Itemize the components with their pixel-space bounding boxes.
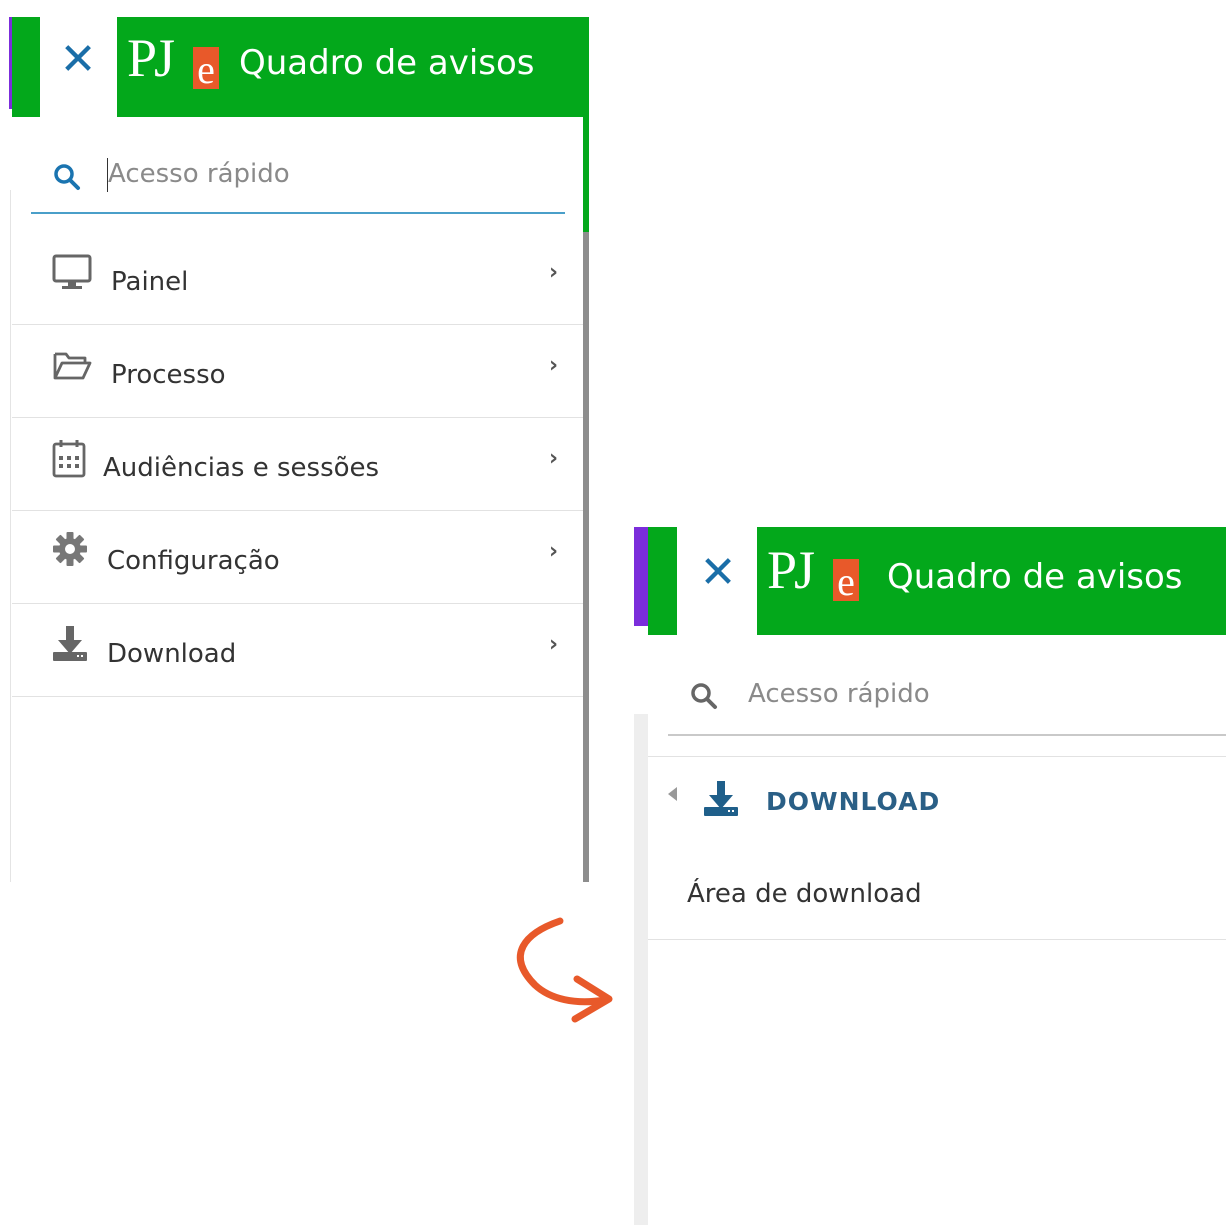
download-icon <box>53 626 87 661</box>
logo-text: PJ <box>127 28 175 88</box>
header-title: Quadro de avisos <box>887 557 1183 597</box>
menu-item-audiencias[interactable]: Audiências e sessões › <box>12 418 583 511</box>
panel-right-border <box>583 232 589 882</box>
menu-item-download[interactable]: Download › <box>12 604 583 697</box>
accent-strip-green <box>648 527 677 635</box>
menu-item-painel[interactable]: Painel › <box>12 232 583 325</box>
download-panel: ✕ PJ e Quadro de avisos Acesso rápido DO… <box>634 526 1226 1225</box>
download-icon <box>704 781 738 816</box>
menu-panel: ✕ PJ e Quadro de avisos Acesso rápido Pa… <box>0 0 595 882</box>
submenu-item-area-download[interactable]: Área de download <box>648 844 1226 940</box>
close-icon: ✕ <box>699 547 737 598</box>
search-input[interactable]: Acesso rápido <box>748 679 930 709</box>
accent-strip <box>634 527 648 626</box>
section-title: DOWNLOAD <box>766 787 941 816</box>
header-bar: PJ e Quadro de avisos <box>117 17 589 117</box>
gear-icon <box>53 532 87 566</box>
header-title: Quadro de avisos <box>239 43 535 83</box>
folder-open-icon <box>53 352 92 380</box>
chevron-right-icon: › <box>549 353 559 378</box>
pje-logo: PJ e <box>127 28 219 101</box>
menu-item-processo[interactable]: Processo › <box>12 325 583 418</box>
monitor-icon <box>52 254 92 289</box>
search-box[interactable]: Acesso rápido <box>668 666 1226 736</box>
search-icon <box>691 683 717 709</box>
submenu-item-label: Área de download <box>687 879 922 909</box>
menu-item-label: Processo <box>111 360 226 390</box>
search-icon <box>54 164 80 190</box>
accent-strip-green <box>12 17 40 117</box>
menu-item-label: Configuração <box>107 546 280 576</box>
chevron-right-icon: › <box>549 260 559 285</box>
close-button[interactable]: ✕ <box>50 38 106 88</box>
menu-item-label: Download <box>107 639 237 669</box>
panel-left-border <box>10 190 11 882</box>
logo-badge: e <box>833 559 859 604</box>
panel-right-border-green <box>583 117 589 232</box>
caret-left-icon[interactable] <box>668 787 677 801</box>
close-button[interactable]: ✕ <box>690 551 746 601</box>
chevron-right-icon: › <box>549 632 559 657</box>
search-box[interactable]: Acesso rápido <box>31 150 565 214</box>
header-bar: PJ e Quadro de avisos <box>757 527 1226 635</box>
menu-item-configuracao[interactable]: Configuração › <box>12 511 583 604</box>
search-input[interactable]: Acesso rápido <box>108 159 290 189</box>
chevron-right-icon: › <box>549 446 559 471</box>
pje-logo: PJ e <box>767 540 859 613</box>
section-header-download[interactable]: DOWNLOAD <box>648 756 1226 836</box>
menu-item-label: Audiências e sessões <box>103 453 380 483</box>
curved-arrow-icon <box>516 917 613 1023</box>
menu-item-label: Painel <box>111 267 189 297</box>
logo-text: PJ <box>767 540 815 600</box>
logo-badge: e <box>193 47 219 92</box>
calendar-icon <box>52 440 86 478</box>
close-icon: ✕ <box>59 34 97 85</box>
chevron-right-icon: › <box>549 539 559 564</box>
panel-left-gutter <box>634 714 648 1225</box>
